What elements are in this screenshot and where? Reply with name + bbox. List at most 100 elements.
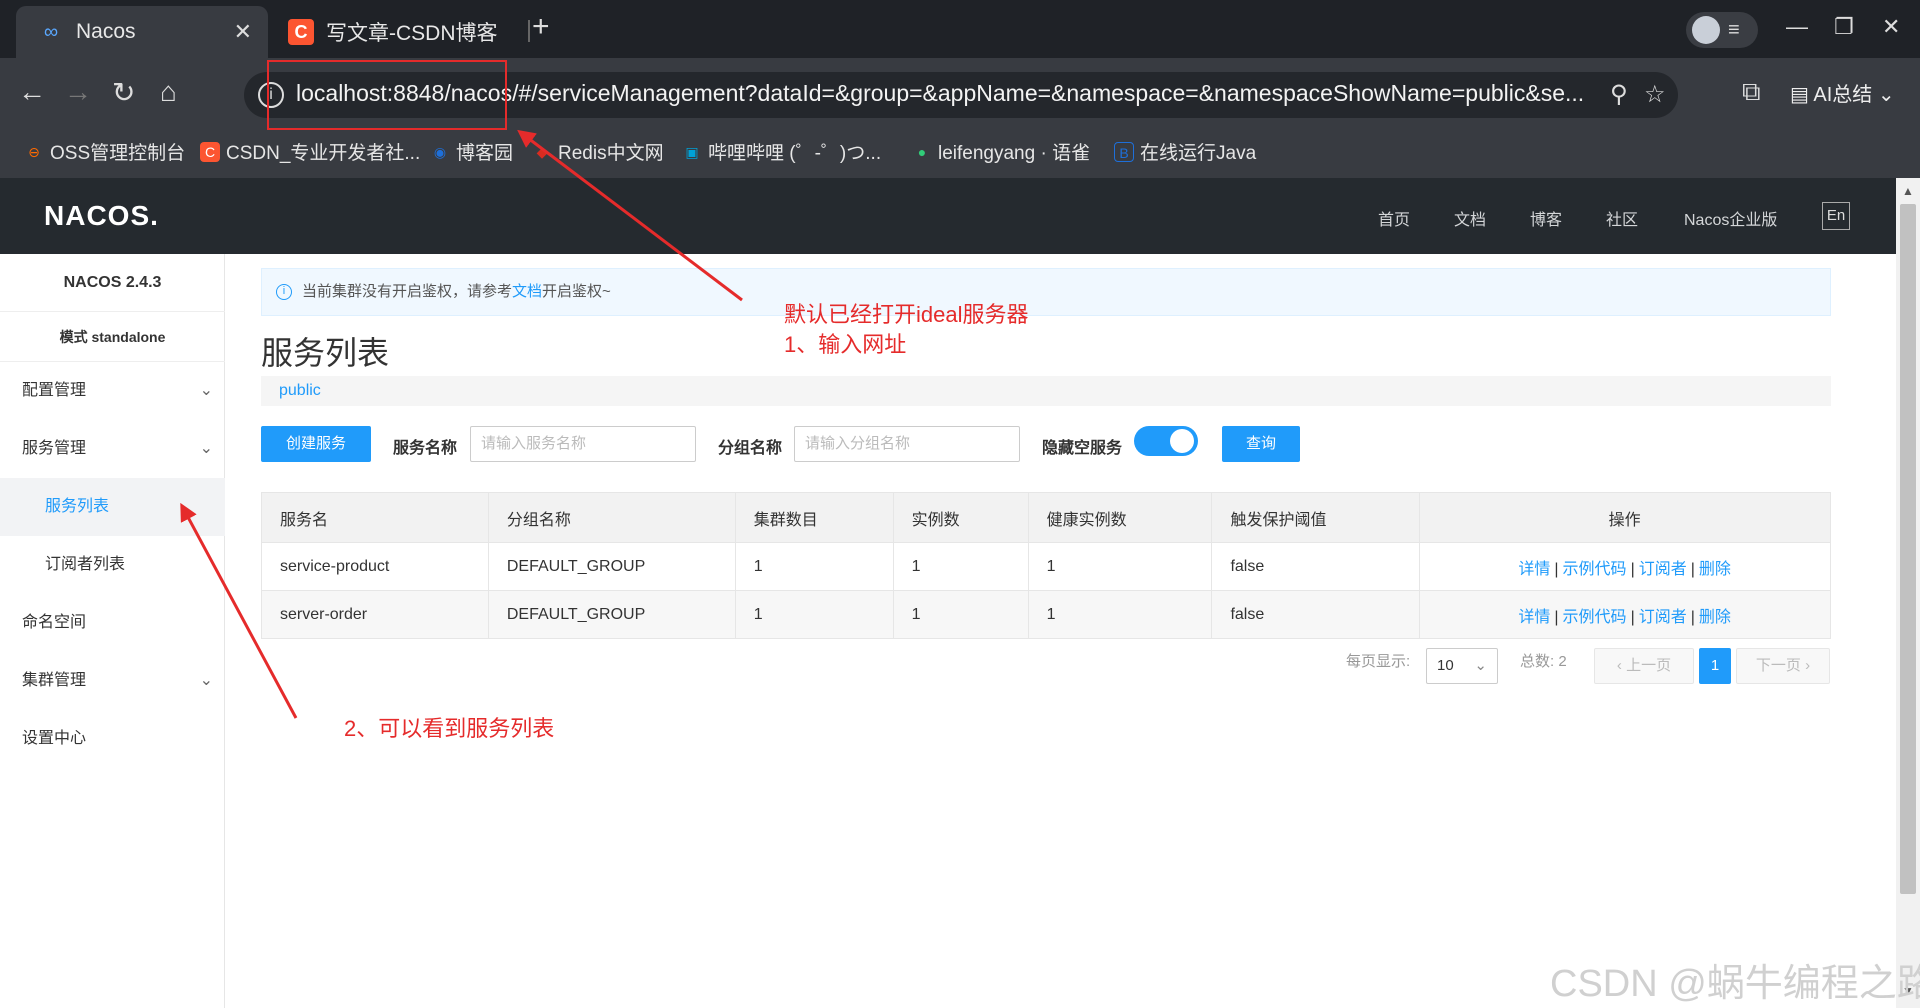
- notice-docs-link[interactable]: 文档: [512, 283, 542, 300]
- star-icon[interactable]: ☆: [1644, 80, 1666, 109]
- service-name-input[interactable]: 请输入服务名称: [470, 426, 696, 462]
- ai-summary-button[interactable]: ▤ AI总结 ⌄: [1790, 78, 1895, 107]
- prev-page-label: 上一页: [1626, 657, 1672, 674]
- tab-csdn[interactable]: C 写文章-CSDN博客: [272, 6, 530, 58]
- sidebar-item-namespace[interactable]: 命名空间: [0, 594, 225, 652]
- delete-link[interactable]: 删除: [1699, 561, 1731, 578]
- sidebar-item-subscribers[interactable]: 订阅者列表: [0, 536, 225, 594]
- subscribers-link[interactable]: 订阅者: [1639, 561, 1687, 578]
- tab-title: Nacos: [76, 20, 136, 43]
- sample-code-link[interactable]: 示例代码: [1563, 561, 1627, 578]
- yuque-icon: ●: [917, 143, 927, 160]
- close-icon[interactable]: ✕: [234, 19, 252, 45]
- annotation-note-1-line2: 1、输入网址: [784, 332, 907, 357]
- nav-blog[interactable]: 博客: [1530, 206, 1562, 230]
- forward-icon[interactable]: →: [64, 76, 92, 108]
- ai-summary-icon: ▤: [1790, 84, 1809, 106]
- bookmark-cnblogs[interactable]: ◉ 博客园: [430, 138, 513, 165]
- next-page-label: 下一页: [1755, 657, 1801, 674]
- subscribers-link[interactable]: 订阅者: [1639, 609, 1687, 626]
- col-cluster-count: 集群数目: [734, 492, 894, 543]
- service-table: 服务名 分组名称 集群数目 实例数 健康实例数 触发保护阈值 操作 servic…: [261, 492, 1831, 639]
- detail-link[interactable]: 详情: [1518, 609, 1550, 626]
- ai-summary-label: AI总结: [1813, 84, 1873, 106]
- bookmark-yuque[interactable]: ● leifengyang · 语雀: [912, 138, 1090, 165]
- extensions-icon[interactable]: ⧉: [1742, 76, 1761, 108]
- service-name-label: 服务名称: [393, 440, 458, 457]
- op-separator: |: [1554, 608, 1559, 626]
- nav-community[interactable]: 社区: [1606, 206, 1638, 230]
- notice-text: 当前集群没有开启鉴权，请参考: [302, 283, 513, 300]
- sidebar-item-service[interactable]: 服务管理 ⌄: [0, 420, 225, 478]
- bookmark-bilibili[interactable]: ▣ 哔哩哔哩 (゜-゜)つ...: [682, 138, 881, 165]
- detail-link[interactable]: 详情: [1518, 561, 1550, 578]
- per-page-select[interactable]: 10 ⌄: [1426, 648, 1498, 684]
- bookmark-java[interactable]: B 在线运行Java: [1114, 138, 1256, 165]
- avatar: [1692, 16, 1720, 44]
- chevron-right-icon: ›: [1800, 657, 1811, 674]
- notice-text-suffix: 开启鉴权~: [542, 283, 611, 300]
- bookmark-oss[interactable]: ⊖ OSS管理控制台: [24, 138, 185, 165]
- col-instance-count: 实例数: [892, 492, 1029, 543]
- create-service-button[interactable]: 创建服务: [261, 426, 371, 462]
- chevron-down-icon: ⌄: [1474, 657, 1487, 674]
- bookmark-csdn[interactable]: C CSDN_专业开发者社...: [200, 138, 420, 165]
- namespace-bar: public: [261, 376, 1831, 406]
- annotation-note-2: 2、可以看到服务列表: [344, 716, 555, 741]
- oss-icon: ⊖: [28, 143, 40, 160]
- profile-button[interactable]: ≡: [1686, 12, 1758, 48]
- bookmark-redis[interactable]: ◆ Redis中文网: [532, 138, 664, 165]
- window-close-icon[interactable]: ✕: [1882, 14, 1900, 40]
- sidebar-item-service-list[interactable]: 服务列表: [0, 478, 225, 536]
- page-number-current[interactable]: 1: [1699, 648, 1731, 684]
- minimize-icon[interactable]: —: [1786, 14, 1808, 40]
- prev-page-button[interactable]: ‹ 上一页: [1594, 648, 1694, 684]
- reload-icon[interactable]: ↻: [112, 76, 135, 109]
- col-service-name: 服务名: [261, 492, 489, 543]
- bookmark-label: CSDN_专业开发者社...: [226, 143, 421, 164]
- sidebar-item-label: 集群管理: [22, 672, 87, 689]
- cell-protect-threshold: false: [1211, 590, 1421, 639]
- op-separator: |: [1554, 560, 1559, 578]
- sidebar-item-settings[interactable]: 设置中心: [0, 710, 225, 768]
- page-scrollbar[interactable]: ▲ ▼: [1896, 178, 1920, 1008]
- bilibili-icon: ▣: [685, 143, 699, 160]
- maximize-icon[interactable]: ❐: [1834, 14, 1854, 40]
- namespace-public[interactable]: public: [279, 382, 321, 399]
- delete-link[interactable]: 删除: [1699, 609, 1731, 626]
- nav-enterprise[interactable]: Nacos企业版: [1684, 206, 1777, 230]
- browser-tab-bar: ∞ Nacos ✕ C 写文章-CSDN博客 + ≡ — ❐ ✕: [0, 0, 1920, 58]
- sidebar-item-config[interactable]: 配置管理 ⌄: [0, 362, 225, 420]
- sample-code-link[interactable]: 示例代码: [1563, 609, 1627, 626]
- annotation-note-1: 默认已经打开ideal服务器 1、输入网址: [784, 300, 1028, 360]
- menu-icon: ≡: [1728, 18, 1740, 41]
- cell-group-name: DEFAULT_GROUP: [487, 590, 736, 639]
- language-switch[interactable]: En: [1822, 202, 1850, 230]
- version-label: NACOS 2.4.3: [0, 254, 225, 312]
- cell-healthy-count: 1: [1027, 542, 1213, 591]
- table-row: service-product DEFAULT_GROUP 1 1 1 fals…: [261, 542, 1831, 591]
- cnblogs-icon: ◉: [433, 143, 447, 160]
- chevron-down-icon: ⌄: [199, 440, 213, 457]
- op-separator: |: [1690, 560, 1695, 578]
- tab-nacos[interactable]: ∞ Nacos ✕: [16, 6, 268, 58]
- back-icon[interactable]: ←: [18, 76, 46, 108]
- bookmarks-bar: ⊖ OSS管理控制台 C CSDN_专业开发者社... ◉ 博客园 ◆ Redis中文网…: [0, 130, 1920, 178]
- scroll-thumb[interactable]: [1900, 204, 1916, 894]
- zoom-icon[interactable]: ⚲: [1610, 80, 1628, 109]
- home-icon[interactable]: ⌂: [160, 76, 177, 108]
- nav-docs[interactable]: 文档: [1454, 206, 1486, 230]
- new-tab-icon[interactable]: +: [532, 10, 550, 44]
- sidebar-item-label: 配置管理: [22, 382, 87, 399]
- bookmark-label: 博客园: [456, 143, 514, 164]
- group-name-input[interactable]: 请输入分组名称: [794, 426, 1020, 462]
- nav-home[interactable]: 首页: [1378, 206, 1410, 230]
- next-page-button[interactable]: 下一页 ›: [1736, 648, 1830, 684]
- nacos-logo[interactable]: NACOS.: [44, 200, 159, 232]
- query-button[interactable]: 查询: [1222, 426, 1300, 462]
- hide-empty-toggle[interactable]: [1134, 426, 1198, 456]
- redis-icon: ◆: [536, 143, 548, 160]
- chevron-down-icon: ⌄: [199, 382, 213, 399]
- sidebar-item-cluster[interactable]: 集群管理 ⌄: [0, 652, 225, 710]
- scroll-up-icon[interactable]: ▲: [1902, 184, 1914, 198]
